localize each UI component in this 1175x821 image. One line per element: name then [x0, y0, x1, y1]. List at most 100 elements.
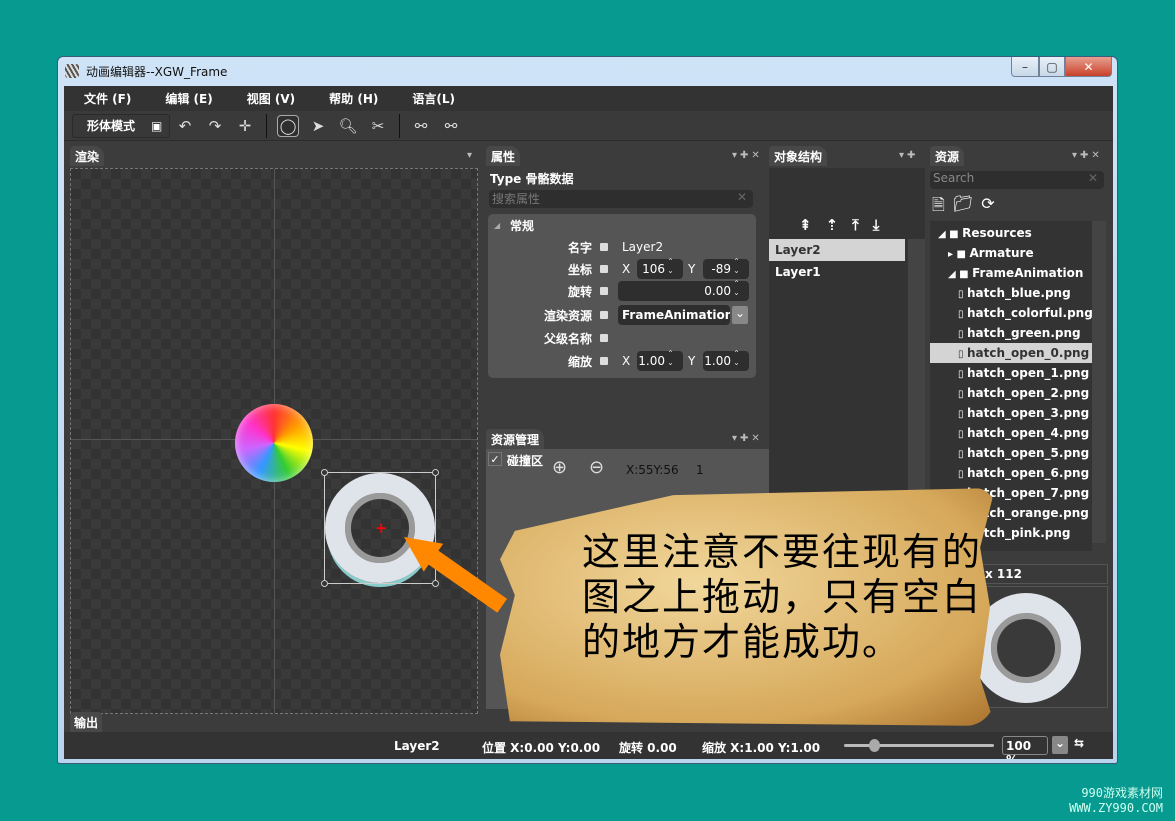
app-icon: [65, 64, 79, 78]
property-group: ◢ 常规 名字 Layer2 坐标 X 106 Y -89 旋转 0.00 渲染资源 Frame…: [488, 214, 756, 378]
tree-file[interactable]: ▯ hatch_open_3.png: [930, 403, 1092, 423]
properties-panel: Type 骨骼数据 搜索属性 ✕ ◢ 常规 名字 Layer2 坐标 X 106 Y -89 …: [486, 168, 756, 426]
panel-controls[interactable]: ▾✚✕: [732, 150, 763, 161]
bone-tool-icon[interactable]: ✂: [367, 115, 389, 137]
tree-file[interactable]: ▯ hatch_colorful.png: [930, 303, 1092, 323]
fit-view-icon[interactable]: ⇆: [1074, 736, 1084, 750]
pivot-icon[interactable]: +: [375, 519, 388, 537]
status-position: 位置 X:0.00 Y:0.00: [482, 741, 601, 755]
panel-controls[interactable]: ▾✚✕: [1072, 150, 1103, 161]
tree-file[interactable]: ▯ hatch_open_1.png: [930, 363, 1092, 383]
chevron-down-icon[interactable]: ⌄: [732, 306, 748, 324]
zoom-slider[interactable]: [844, 739, 994, 752]
key-checkbox[interactable]: [600, 265, 608, 273]
chevron-down-icon[interactable]: ⌄: [1052, 736, 1068, 754]
resize-handle[interactable]: [432, 580, 439, 587]
pointer-move-icon[interactable]: ➤: [307, 115, 329, 137]
zoom-slider-knob[interactable]: [869, 739, 880, 752]
property-search-input[interactable]: 搜索属性 ✕: [489, 190, 753, 208]
tree-folder[interactable]: ◢ ■ FrameAnimation: [930, 263, 1092, 283]
render-panel-tab[interactable]: 渲染: [70, 146, 105, 166]
menu-edit[interactable]: 编辑 (E): [165, 90, 212, 107]
layer-item[interactable]: Layer2: [769, 239, 905, 261]
new-file-icon[interactable]: 🗎︎: [932, 194, 945, 221]
pos-x-input[interactable]: 106: [637, 257, 683, 279]
move-bottom-icon[interactable]: ⤓: [873, 216, 880, 234]
render-source-select[interactable]: FrameAnimation/h: [618, 305, 730, 325]
title-bar[interactable]: 动画编辑器--XGW_Frame – ▢ ✕: [58, 57, 1117, 85]
zoom-count: 1: [696, 463, 704, 477]
key-checkbox[interactable]: [600, 243, 608, 251]
object-structure-tab[interactable]: 对象结构: [769, 146, 828, 166]
key-checkbox[interactable]: [600, 311, 608, 319]
circle-select-icon[interactable]: ◯: [277, 114, 299, 137]
close-button[interactable]: ✕: [1065, 57, 1112, 77]
tree-file[interactable]: ▯ hatch_open_2.png: [930, 383, 1092, 403]
pos-y-input[interactable]: -89: [703, 257, 749, 279]
collapse-icon[interactable]: ◢: [494, 221, 500, 230]
zoom-icon[interactable]: 🔍︎: [337, 115, 359, 137]
center-icon[interactable]: ✛: [234, 115, 256, 137]
resize-handle[interactable]: [321, 469, 328, 476]
folder-icon[interactable]: 📁︎: [953, 194, 973, 221]
tree-file[interactable]: ▯ hatch_open_6.png: [930, 463, 1092, 483]
key-checkbox[interactable]: [600, 357, 608, 365]
file-icon: ▯: [958, 329, 967, 340]
panel-menu-icon[interactable]: ▾: [467, 150, 475, 161]
bone-link-icon[interactable]: ⚯: [440, 115, 462, 137]
menu-language[interactable]: 语言(L): [412, 90, 455, 107]
skeleton-icon[interactable]: ▣: [151, 119, 162, 133]
tree-folder[interactable]: ◢ ■ Resources: [930, 223, 1092, 243]
layer-item[interactable]: Layer1: [769, 261, 905, 283]
panel-controls[interactable]: ▾✚✕: [732, 433, 763, 444]
resources-tab[interactable]: 资源: [930, 146, 965, 166]
rotate-cw-icon[interactable]: ↷: [204, 115, 226, 137]
tree-folder[interactable]: ▸ ■ Armature: [930, 243, 1092, 263]
panel-controls[interactable]: ▾✚: [899, 150, 918, 161]
key-checkbox[interactable]: [600, 334, 608, 342]
clear-icon[interactable]: ✕: [737, 190, 747, 204]
sprite-colorful[interactable]: [235, 404, 313, 482]
mode-selector[interactable]: 形体模式 ▣: [72, 113, 170, 138]
refresh-icon[interactable]: ⟳: [981, 194, 994, 221]
scale-x-input[interactable]: 1.00: [637, 349, 683, 371]
move-down-icon[interactable]: ⤒: [852, 216, 859, 234]
output-tab[interactable]: 输出: [70, 712, 103, 732]
tree-file[interactable]: ▯ hatch_blue.png: [930, 283, 1092, 303]
clear-icon[interactable]: ✕: [1088, 171, 1098, 185]
menu-file[interactable]: 文件 (F): [84, 90, 131, 107]
rotate-ccw-icon[interactable]: ↶: [174, 115, 196, 137]
tree-item-label: hatch_open_0.png: [966, 346, 1090, 360]
move-top-icon[interactable]: ⇞: [799, 216, 812, 234]
menu-view[interactable]: 视图 (V): [247, 90, 295, 107]
bone-view-icon[interactable]: ⚯: [410, 115, 432, 137]
y-label: Y: [688, 354, 696, 368]
tree-file[interactable]: ▯ hatch_open_0.png: [930, 343, 1092, 363]
move-up-icon[interactable]: ⇡: [826, 216, 839, 234]
scrollbar[interactable]: [1092, 221, 1106, 543]
zoom-input[interactable]: 100 %: [1002, 736, 1048, 759]
key-checkbox[interactable]: [600, 287, 608, 295]
tree-file[interactable]: ▯ hatch_green.png: [930, 323, 1092, 343]
rotation-input[interactable]: 0.00: [618, 279, 749, 301]
menu-help[interactable]: 帮助 (H): [329, 90, 378, 107]
collision-checkbox[interactable]: ✓: [488, 452, 502, 466]
maximize-button[interactable]: ▢: [1039, 57, 1065, 77]
render-canvas[interactable]: +: [70, 168, 478, 714]
tree-item-label: hatch_open_6.png: [966, 466, 1090, 480]
zoom-in-icon[interactable]: ⊕: [552, 457, 567, 478]
asset-manager-tab[interactable]: 资源管理: [486, 429, 545, 449]
zoom-out-icon[interactable]: ⊖: [589, 457, 604, 478]
scrollbar[interactable]: [908, 239, 925, 513]
tree-file[interactable]: ▯ hatch_open_5.png: [930, 443, 1092, 463]
tree-file[interactable]: ▯ hatch_open_4.png: [930, 423, 1092, 443]
x-label: X: [622, 262, 631, 276]
resize-handle[interactable]: [321, 580, 328, 587]
properties-tab[interactable]: 属性: [486, 146, 521, 166]
resource-search-input[interactable]: Search ✕: [930, 171, 1104, 189]
minimize-button[interactable]: –: [1011, 57, 1039, 77]
file-icon: ▯: [958, 429, 967, 440]
resize-handle[interactable]: [432, 469, 439, 476]
name-value[interactable]: Layer2: [622, 240, 663, 254]
scale-y-input[interactable]: 1.00: [703, 349, 749, 371]
